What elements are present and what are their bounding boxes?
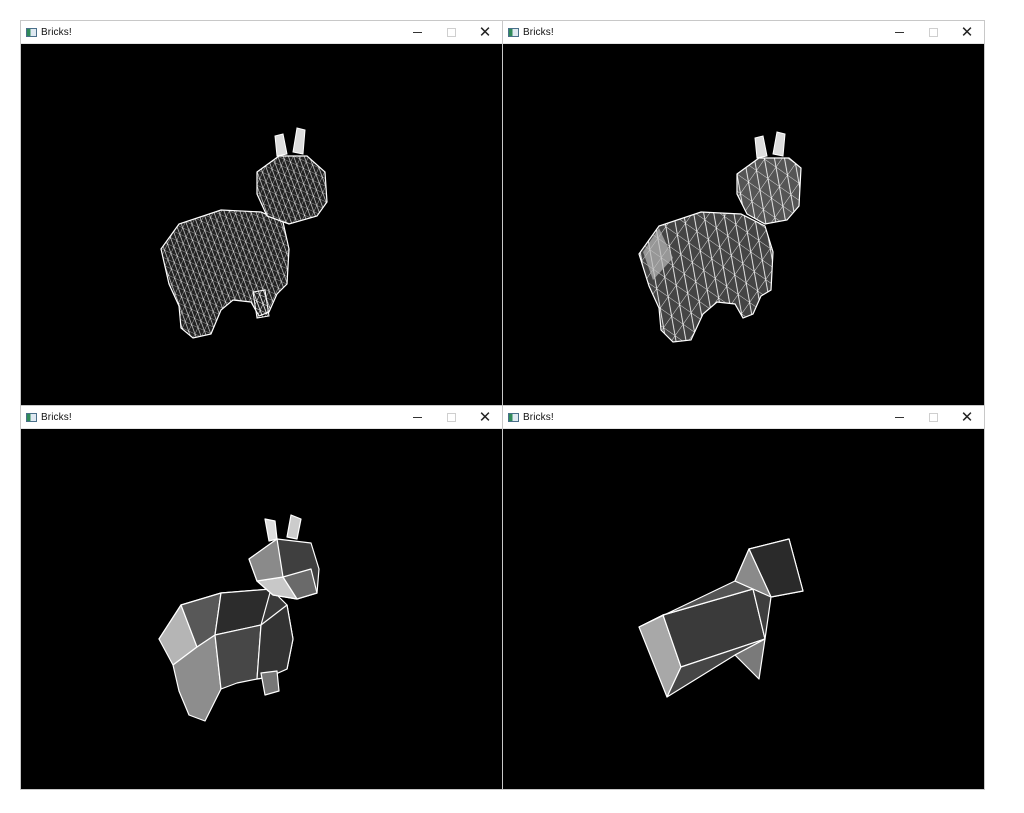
render-viewport[interactable] xyxy=(21,429,502,789)
app-window-icon xyxy=(26,412,37,422)
title-bar[interactable]: Bricks! ✕ xyxy=(21,21,502,44)
cow-low-poly xyxy=(158,514,320,722)
cow-mesh-low xyxy=(158,514,320,722)
maximize-icon xyxy=(928,412,938,422)
cow-mesh-dense xyxy=(160,127,328,339)
cow-minimal-poly xyxy=(638,538,804,698)
close-icon: ✕ xyxy=(478,24,492,41)
cow-medium-mesh xyxy=(638,131,802,343)
close-icon: ✕ xyxy=(478,409,492,426)
window-title: Bricks! xyxy=(41,26,72,38)
cow-wireframe xyxy=(160,127,328,339)
bricks-window-top-right[interactable]: Bricks! ✕ xyxy=(502,20,985,406)
title-bar[interactable]: Bricks! ✕ xyxy=(503,21,984,44)
close-button[interactable]: ✕ xyxy=(468,21,502,43)
render-viewport[interactable] xyxy=(503,44,984,405)
minimize-icon xyxy=(412,31,422,33)
window-controls: ✕ xyxy=(400,21,502,43)
window-title: Bricks! xyxy=(523,26,554,38)
render-viewport[interactable] xyxy=(21,44,502,405)
close-icon: ✕ xyxy=(960,24,974,41)
bricks-window-bottom-right[interactable]: Bricks! ✕ xyxy=(502,405,985,790)
close-button[interactable]: ✕ xyxy=(950,21,984,43)
render-viewport[interactable] xyxy=(503,429,984,789)
minimize-button[interactable] xyxy=(882,406,916,428)
minimize-button[interactable] xyxy=(882,21,916,43)
app-window-icon xyxy=(26,27,37,37)
app-window-icon xyxy=(508,412,519,422)
minimize-button[interactable] xyxy=(400,406,434,428)
title-bar[interactable]: Bricks! ✕ xyxy=(503,406,984,429)
maximize-icon xyxy=(446,27,456,37)
maximize-button[interactable] xyxy=(916,406,950,428)
bricks-window-bottom-left[interactable]: Bricks! ✕ xyxy=(20,405,503,790)
cow-mesh-medium xyxy=(638,131,802,343)
bricks-window-top-left[interactable]: Bricks! ✕ xyxy=(20,20,503,406)
window-controls: ✕ xyxy=(400,406,502,428)
maximize-button[interactable] xyxy=(916,21,950,43)
maximize-button[interactable] xyxy=(434,406,468,428)
app-window-icon xyxy=(508,27,519,37)
window-title: Bricks! xyxy=(41,411,72,423)
close-button[interactable]: ✕ xyxy=(468,406,502,428)
window-controls: ✕ xyxy=(882,21,984,43)
minimize-button[interactable] xyxy=(400,21,434,43)
close-button[interactable]: ✕ xyxy=(950,406,984,428)
maximize-icon xyxy=(446,412,456,422)
title-bar[interactable]: Bricks! ✕ xyxy=(21,406,502,429)
minimize-icon xyxy=(894,31,904,33)
minimize-icon xyxy=(412,416,422,418)
window-controls: ✕ xyxy=(882,406,984,428)
cow-mesh-minimal xyxy=(638,538,804,698)
minimize-icon xyxy=(894,416,904,418)
window-title: Bricks! xyxy=(523,411,554,423)
maximize-button[interactable] xyxy=(434,21,468,43)
close-icon: ✕ xyxy=(960,409,974,426)
maximize-icon xyxy=(928,27,938,37)
